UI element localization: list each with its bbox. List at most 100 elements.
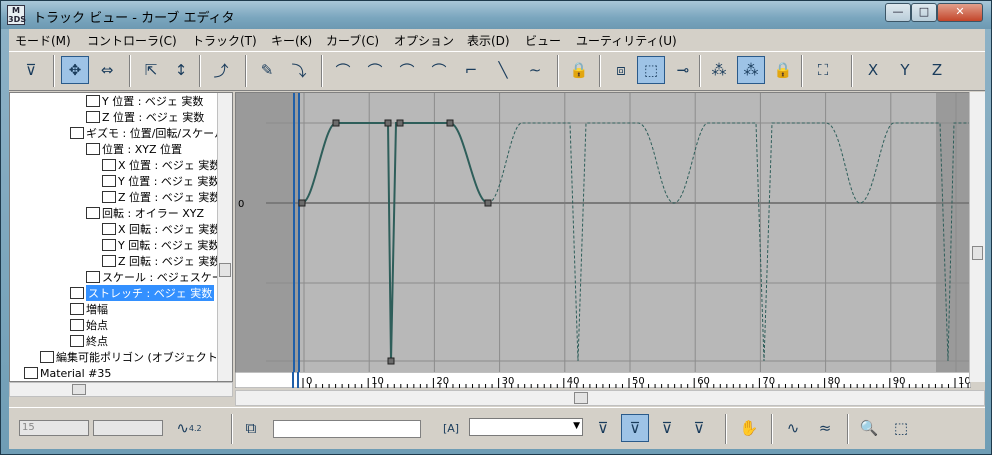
scale-keys-icon[interactable]: ⇱: [137, 56, 165, 84]
toolbar-separator: [599, 55, 601, 87]
move-keys-icon[interactable]: ✥: [61, 56, 89, 84]
tree-item[interactable]: Y 回転 : ベジェ 実数: [102, 237, 219, 253]
tree-item[interactable]: 増幅: [70, 301, 108, 317]
curve-graph[interactable]: 0: [235, 92, 985, 382]
menu-view[interactable]: ビュー: [525, 32, 561, 49]
tree-item[interactable]: 終点: [70, 333, 108, 349]
menu-display[interactable]: 表示(D): [467, 32, 510, 49]
params-curve-out-of-range-icon[interactable]: ⬚: [637, 56, 665, 84]
curve-key: [298, 199, 306, 207]
frame-horizontal-extents-icon[interactable]: ∿: [779, 414, 807, 442]
tree-item-label: Z 位置 : ベジェ 実数: [118, 191, 221, 204]
tree-item[interactable]: Y 位置 : ベジェ 実数: [86, 93, 203, 109]
show-tangents-icon[interactable]: ⁂: [705, 56, 733, 84]
track-set-combo[interactable]: ▼: [469, 418, 583, 436]
snap-frames-icon[interactable]: ⧈: [607, 56, 635, 84]
menu-mode[interactable]: モード(M): [15, 32, 71, 49]
tree-vertical-scrollbar[interactable]: [217, 93, 232, 381]
filter-selected-tracks-icon[interactable]: ⊽: [589, 414, 617, 442]
filter-icon[interactable]: ⊽: [17, 56, 45, 84]
reduce-keys-icon[interactable]: ⤵: [285, 56, 313, 84]
tree-item[interactable]: 回転 : オイラー XYZ: [86, 205, 204, 221]
isolate-curve-icon[interactable]: ⛶: [809, 56, 837, 84]
toggle-x-icon[interactable]: X: [859, 56, 887, 84]
menu-curve[interactable]: カーブ(C): [326, 32, 379, 49]
frame-value-extents-icon[interactable]: ≈: [811, 414, 839, 442]
maximize-button[interactable]: □: [911, 3, 937, 22]
graph-vscroll-thumb[interactable]: [972, 246, 983, 260]
graph-vertical-scrollbar[interactable]: [969, 92, 985, 382]
track-icon: [102, 175, 116, 187]
tree-item[interactable]: ストレッチ : ベジェ 実数: [70, 285, 215, 301]
toggle-z-icon[interactable]: Z: [923, 56, 951, 84]
track-icon: [70, 303, 84, 315]
slide-keys-icon[interactable]: ⇔: [93, 56, 121, 84]
zoom-region-icon[interactable]: ⬚: [887, 414, 915, 442]
show-all-tangents-icon[interactable]: ⁂: [737, 56, 765, 84]
zoom-icon[interactable]: 🔍: [855, 414, 883, 442]
zoom-selected-object-icon[interactable]: ⧉: [237, 414, 265, 442]
tree-item[interactable]: スケール : ベジェスケール: [86, 269, 232, 285]
menu-utilities[interactable]: ユーティリティ(U): [576, 32, 677, 49]
curve-key: [384, 119, 392, 127]
tree-item-label: X 位置 : ベジェ 実数: [118, 159, 221, 172]
tree-item[interactable]: Z 位置 : ベジェ 実数: [102, 189, 220, 205]
lock-tangents-icon[interactable]: 🔒: [769, 56, 797, 84]
status-separator: [231, 414, 233, 444]
tree-item[interactable]: X 回転 : ベジェ 実数: [102, 221, 220, 237]
tree-item[interactable]: Z 回転 : ベジェ 実数: [102, 253, 220, 269]
toolbar-separator: [801, 55, 803, 87]
tangent-fast-icon[interactable]: ⌒: [393, 56, 421, 84]
selection-name-field[interactable]: [273, 420, 421, 438]
add-keys-icon[interactable]: ⤴: [207, 56, 235, 84]
curve-canvas[interactable]: 0: [236, 93, 970, 373]
tree-item-label: X 回転 : ベジェ 実数: [118, 223, 221, 236]
tree-item[interactable]: X 位置 : ベジェ 実数: [102, 157, 220, 173]
filter-unlocked-icon[interactable]: ⊽: [685, 414, 713, 442]
value-field[interactable]: [93, 420, 163, 436]
toolbar-separator: [851, 55, 853, 87]
tangent-auto-icon[interactable]: ⌒: [329, 56, 357, 84]
pan-hand-icon[interactable]: ✋: [735, 414, 763, 442]
graph-hscroll-thumb[interactable]: [574, 392, 588, 404]
tangent-slow-icon[interactable]: ⌒: [425, 56, 453, 84]
tree-hscroll-thumb[interactable]: [72, 384, 86, 395]
select-by-name-icon[interactable]: [A]: [437, 414, 465, 442]
scale-values-icon[interactable]: ↕: [167, 56, 195, 84]
tree-item[interactable]: ギズモ : 位置/回転/スケール: [70, 125, 225, 141]
tangent-linear-icon[interactable]: ╲: [489, 56, 517, 84]
frame-field[interactable]: 15: [19, 420, 89, 436]
app-icon[interactable]: M 3DS: [7, 5, 26, 25]
tree-item[interactable]: 始点: [70, 317, 108, 333]
curve-key: [387, 357, 395, 365]
graph-horizontal-scrollbar[interactable]: [235, 390, 985, 406]
draw-curves-icon[interactable]: ✎: [253, 56, 281, 84]
title-bar[interactable]: M 3DS トラック ビュー - カーブ エディタ — □ ✕: [1, 1, 991, 29]
filter-selected-objects-icon[interactable]: ⊽: [621, 414, 649, 442]
controller-tree[interactable]: Material #35 編集可能ポリゴン (オブジェクト) 終点 始点 増幅 ストレッチ…: [9, 92, 233, 382]
toolbar-separator: [557, 55, 559, 87]
key-stats-icon[interactable]: ∿ 4.2: [175, 414, 203, 442]
filter-animated-tracks-icon[interactable]: ⊽: [653, 414, 681, 442]
close-button[interactable]: ✕: [937, 3, 983, 22]
show-keyable-icon[interactable]: ⊸: [669, 56, 697, 84]
tree-item[interactable]: Y 位置 : ベジェ 実数: [102, 173, 219, 189]
tangent-custom-icon[interactable]: ⌒: [361, 56, 389, 84]
tree-horizontal-scrollbar[interactable]: [9, 382, 233, 397]
minimize-button[interactable]: —: [885, 3, 911, 22]
tree-item[interactable]: 編集可能ポリゴン (オブジェクト): [40, 349, 222, 365]
tree-item[interactable]: Material #35: [24, 365, 111, 381]
time-ruler[interactable]: 0102030405060708090100: [235, 372, 971, 388]
tree-scroll-thumb[interactable]: [219, 263, 231, 277]
menu-key[interactable]: キー(K): [271, 32, 312, 49]
toggle-y-icon[interactable]: Y: [891, 56, 919, 84]
tangent-step-icon[interactable]: ⌐: [457, 56, 485, 84]
tangent-smooth-icon[interactable]: ∼: [521, 56, 549, 84]
menu-track[interactable]: トラック(T): [192, 32, 257, 49]
out-of-range-right: [936, 93, 970, 373]
lock-selection-icon[interactable]: 🔒: [565, 56, 593, 84]
menu-options[interactable]: オプション: [394, 32, 454, 49]
tree-item[interactable]: 位置 : XYZ 位置: [86, 141, 182, 157]
menu-controller[interactable]: コントローラ(C): [87, 32, 177, 49]
tree-item[interactable]: Z 位置 : ベジェ 実数: [86, 109, 204, 125]
